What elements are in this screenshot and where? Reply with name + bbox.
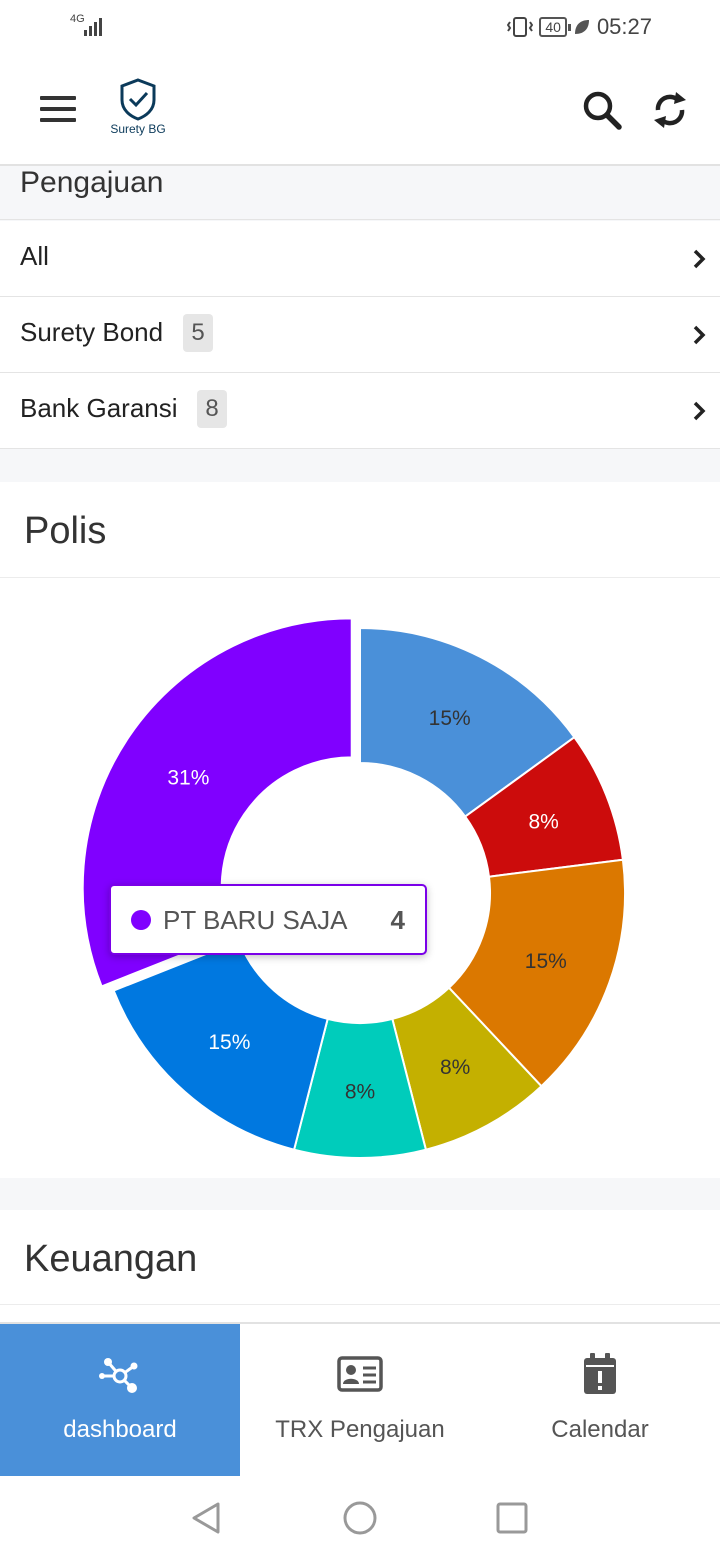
search-icon[interactable]	[582, 90, 622, 130]
keuangan-card: Keuangan	[0, 1210, 720, 1322]
donut-svg: 15% 8% 15% 8% 8% 15% 31%	[81, 617, 626, 1160]
nav-label: TRX Pengajuan	[275, 1416, 445, 1443]
slice-label: 15%	[429, 707, 471, 730]
legend-dot	[131, 910, 151, 930]
nav-label: dashboard	[63, 1416, 177, 1443]
slice-label: 15%	[208, 1031, 250, 1054]
count-badge: 8	[197, 390, 227, 428]
network-type: 4G	[70, 13, 85, 25]
hamburger-menu-icon[interactable]	[40, 96, 76, 124]
clock: 05:27	[596, 14, 652, 39]
nav-item-dashboard[interactable]: dashboard	[0, 1324, 240, 1478]
pengajuan-header: Pengajuan	[0, 166, 720, 220]
row-label: Bank Garansi	[20, 393, 178, 423]
row-label: Surety Bond	[20, 317, 164, 347]
app-bar: Surety BG	[0, 56, 720, 166]
bottom-navigation: dashboard TRX Pengajuan Calendar	[0, 1322, 720, 1478]
leaf-icon	[574, 20, 589, 34]
status-bar: 4G 40 05:27	[0, 0, 720, 56]
nav-item-trx-pengajuan[interactable]: TRX Pengajuan	[240, 1324, 480, 1478]
id-card-icon	[337, 1356, 383, 1392]
home-icon[interactable]	[342, 1500, 378, 1536]
vibrate-icon	[507, 17, 534, 37]
divider	[0, 1304, 720, 1305]
polis-donut-chart: 15% 8% 15% 8% 8% 15% 31%	[0, 578, 720, 1178]
battery-indicator: 40	[539, 17, 571, 37]
app-logo: Surety BG	[102, 74, 174, 146]
back-icon[interactable]	[188, 1500, 224, 1536]
slice-label: 15%	[525, 950, 567, 973]
tooltip-value: 4	[390, 905, 405, 935]
calendar-alert-icon	[584, 1353, 616, 1394]
list-item-bank-garansi[interactable]: Bank Garansi 8	[0, 373, 720, 449]
pengajuan-title: Pengajuan	[20, 166, 164, 199]
chevron-right-icon	[693, 325, 706, 345]
list-item-all[interactable]: All	[0, 221, 720, 297]
sync-icon[interactable]	[650, 88, 690, 132]
tooltip-label: PT BARU SAJA	[163, 905, 348, 935]
chevron-right-icon	[693, 249, 706, 269]
chart-tooltip: PT BARU SAJA 4	[109, 884, 427, 955]
slice-label: 8%	[528, 810, 558, 833]
signal-icon	[84, 18, 102, 36]
slice-label: 31%	[167, 766, 209, 789]
nav-item-calendar[interactable]: Calendar	[480, 1324, 720, 1478]
system-navigation-bar	[0, 1476, 720, 1560]
chevron-right-icon	[693, 401, 706, 421]
nav-label: Calendar	[551, 1416, 649, 1443]
recents-icon[interactable]	[494, 1500, 530, 1536]
keuangan-title: Keuangan	[24, 1238, 198, 1280]
slice-label: 8%	[440, 1056, 470, 1079]
count-badge: 5	[183, 314, 213, 352]
list-item-surety-bond[interactable]: Surety Bond 5	[0, 297, 720, 373]
polis-title: Polis	[24, 510, 107, 552]
shield-check-icon	[120, 78, 156, 121]
slice-label: 8%	[345, 1081, 375, 1104]
dashboard-icon	[99, 1358, 138, 1393]
logo-text: Surety BG	[110, 122, 166, 136]
row-label: All	[20, 241, 49, 271]
